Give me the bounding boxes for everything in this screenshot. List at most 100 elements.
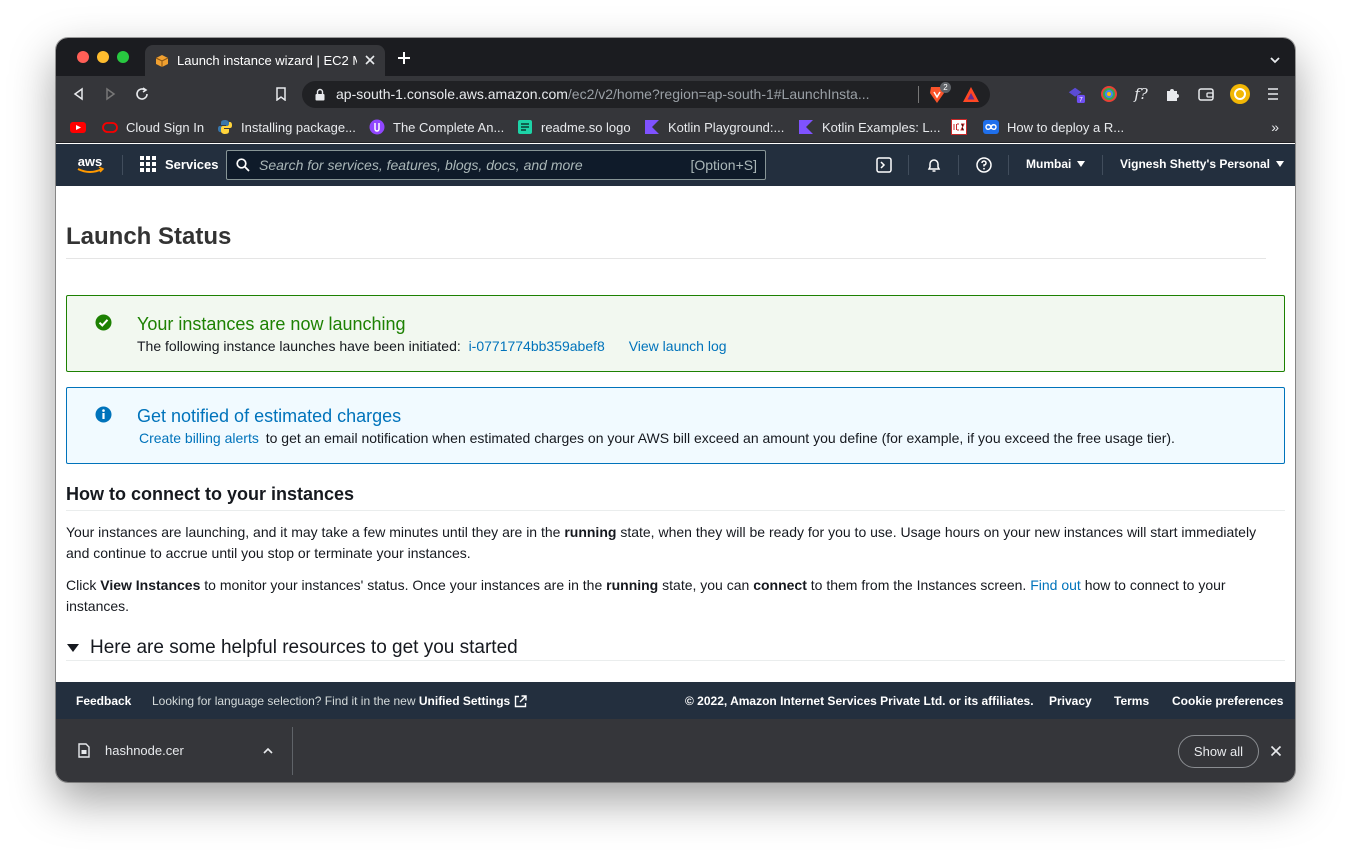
view-launch-log-link[interactable]: View launch log: [629, 338, 727, 354]
more-bookmarks-icon[interactable]: »: [1271, 119, 1279, 135]
bookmark-label: Kotlin Examples: L...: [822, 119, 941, 135]
brave-shields-count: 2: [940, 82, 951, 93]
readme-icon: [517, 119, 533, 135]
find-out-link[interactable]: Find out: [1030, 577, 1081, 593]
bell-icon[interactable]: [925, 156, 943, 174]
zoom-window-button[interactable]: [117, 51, 129, 63]
region-selector[interactable]: Mumbai: [1026, 157, 1086, 171]
extension-stack-icon[interactable]: 7: [1067, 85, 1085, 104]
address-bar[interactable]: ap-south-1.console.aws.amazon.com/ec2/v2…: [302, 81, 990, 108]
lock-icon: [314, 88, 326, 101]
search-input[interactable]: [259, 155, 669, 175]
privacy-link[interactable]: Privacy: [1049, 694, 1092, 708]
help-icon[interactable]: [975, 156, 993, 174]
show-all-downloads-button[interactable]: Show all: [1178, 735, 1259, 768]
connect-paragraph-1: Your instances are launching, and it may…: [66, 524, 1257, 561]
purple-circle-icon: [369, 119, 385, 135]
nav-divider: [122, 155, 123, 175]
bookmark-label: How to deploy a R...: [1007, 119, 1125, 135]
url-text: ap-south-1.console.aws.amazon.com/ec2/v2…: [336, 86, 870, 102]
nav-divider: [908, 155, 909, 175]
download-item-hashnode[interactable]: hashnode.cer: [105, 743, 184, 758]
chevron-up-icon[interactable]: [262, 745, 274, 757]
services-label: Services: [165, 156, 219, 172]
close-icon[interactable]: [1270, 745, 1282, 757]
bookmark-installing-package[interactable]: Installing package...: [217, 118, 356, 136]
close-window-button[interactable]: [77, 51, 89, 63]
oracle-icon: [102, 119, 118, 135]
services-menu-button[interactable]: Services: [140, 156, 219, 172]
bookmark-icon[interactable]: [272, 85, 290, 103]
aws-search-box[interactable]: [Option+S]: [226, 150, 766, 180]
back-icon[interactable]: [70, 85, 88, 103]
color-picker-icon[interactable]: [1100, 85, 1118, 103]
bookmark-cloud-sign-in[interactable]: Cloud Sign In: [102, 118, 204, 136]
caret-down-icon: [1077, 161, 1086, 167]
bookmark-readme-so-logo[interactable]: readme.so logo: [517, 118, 631, 136]
aws-footer: Feedback Looking for language selection?…: [56, 682, 1295, 719]
extension-badge-count: 7: [1079, 97, 1083, 104]
forward-icon[interactable]: [101, 85, 119, 103]
launch-success-alert: Your instances are now launching The fol…: [66, 295, 1285, 372]
cookie-preferences-link[interactable]: Cookie preferences: [1172, 694, 1283, 708]
language-notice: Looking for language selection? Find it …: [152, 694, 527, 708]
launch-status-page: Launch Status Your instances are now lau…: [56, 186, 1295, 682]
minimize-window-button[interactable]: [97, 51, 109, 63]
bookmark-label: Kotlin Playground:...: [668, 119, 785, 135]
account-label: Vignesh Shetty's Personal: [1120, 157, 1271, 171]
search-shortcut-hint: [Option+S]: [690, 157, 757, 173]
account-menu[interactable]: Vignesh Shetty's Personal: [1120, 157, 1285, 171]
search-icon: [236, 158, 250, 172]
instance-id-link[interactable]: i-0771774bb359abef8: [469, 338, 605, 354]
bookmark-kotlin-examples[interactable]: Kotlin Examples: L...: [798, 118, 941, 136]
aws-logo[interactable]: aws: [74, 154, 106, 176]
bookmark-ics[interactable]: [951, 118, 975, 136]
brave-rewards-icon[interactable]: [962, 86, 980, 103]
tab-launch-instance-wizard[interactable]: Launch instance wizard | EC2 Management …: [145, 45, 385, 76]
extensions-puzzle-icon[interactable]: [1164, 85, 1182, 103]
download-shelf: hashnode.cer Show all: [56, 719, 1295, 782]
new-tab-icon[interactable]: [396, 50, 412, 66]
bookmark-label: Cloud Sign In: [126, 119, 205, 135]
profile-avatar[interactable]: [1229, 83, 1251, 105]
wallet-icon[interactable]: [1197, 85, 1215, 103]
terms-link[interactable]: Terms: [1114, 694, 1149, 708]
nav-divider: [1008, 155, 1009, 175]
bookmark-kotlin-playground[interactable]: Kotlin Playground:...: [644, 118, 784, 136]
divider: [66, 510, 1285, 511]
page-title: Launch Status: [66, 223, 232, 250]
feedback-link[interactable]: Feedback: [76, 694, 131, 708]
bookmark-label: Installing package...: [241, 119, 356, 135]
bookmarks-bar: Cloud Sign In Installing package... The …: [56, 112, 1295, 143]
font-finder-icon[interactable]: f?: [1132, 85, 1150, 103]
unified-settings-link[interactable]: Unified Settings: [419, 694, 510, 708]
nav-divider: [958, 155, 959, 175]
grid-icon: [140, 156, 156, 172]
billing-info-alert: Get notified of estimated charges Create…: [66, 387, 1285, 464]
close-tab-icon[interactable]: [363, 53, 377, 67]
svg-text:aws: aws: [78, 154, 103, 169]
connect-section-title: How to connect to your instances: [66, 484, 355, 504]
download-divider: [292, 727, 293, 775]
chevron-down-icon[interactable]: [1269, 54, 1281, 66]
file-icon: [78, 743, 90, 758]
aws-console-nav: aws Services [Option+S]: [56, 144, 1295, 186]
helpful-resources-toggle[interactable]: Here are some helpful resources to get y…: [66, 637, 518, 659]
info-icon: [95, 406, 112, 423]
bookmark-youtube[interactable]: [70, 118, 94, 136]
bookmark-label: readme.so logo: [541, 119, 631, 135]
create-billing-alerts-link[interactable]: Create billing alerts: [139, 430, 259, 446]
kotlin-icon: [798, 119, 814, 135]
reload-icon[interactable]: [133, 85, 151, 103]
bookmark-how-to-deploy[interactable]: How to deploy a R...: [983, 118, 1124, 136]
box-icon: [155, 54, 169, 68]
cloudshell-icon[interactable]: [875, 156, 893, 174]
caret-down-icon: [1276, 161, 1285, 167]
success-body: The following instance launches have bee…: [137, 338, 727, 354]
python-icon: [217, 119, 233, 135]
browser-window: Launch instance wizard | EC2 Management …: [56, 38, 1295, 782]
browser-menu-icon[interactable]: [1264, 85, 1282, 103]
browser-toolbar: ap-south-1.console.aws.amazon.com/ec2/v2…: [56, 76, 1295, 112]
connect-paragraph-2: Click View Instances to monitor your ins…: [66, 577, 1226, 614]
bookmark-the-complete-an[interactable]: The Complete An...: [369, 118, 504, 136]
